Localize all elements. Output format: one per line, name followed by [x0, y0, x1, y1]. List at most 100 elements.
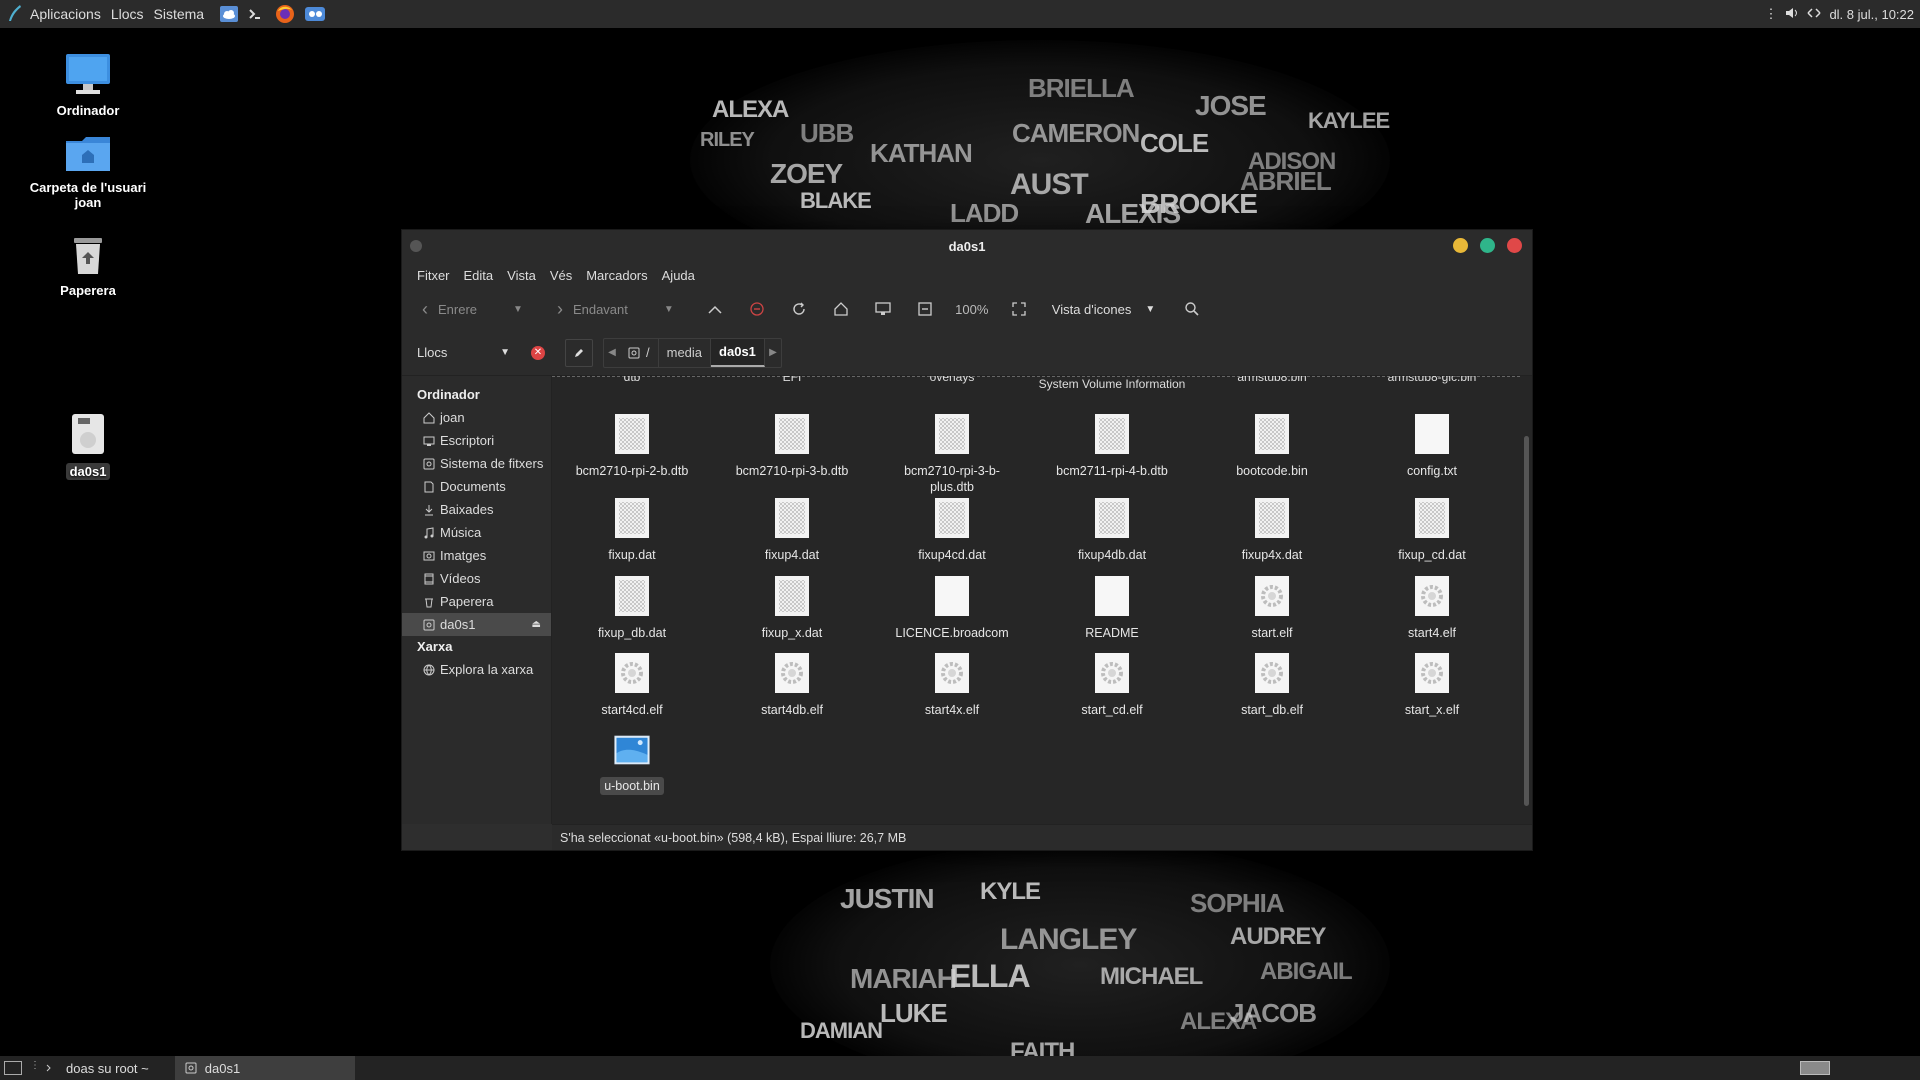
file-label-partial[interactable]: EFI	[717, 376, 867, 385]
volume-icon[interactable]	[1785, 7, 1799, 22]
parent-folder-button[interactable]	[694, 304, 736, 314]
file-item[interactable]: fixup4cd.dat	[877, 497, 1027, 563]
window-menu-button[interactable]	[410, 240, 422, 252]
tray-menu-icon[interactable]: ⋮	[1764, 6, 1777, 22]
terminal-launcher-icon[interactable]	[243, 3, 267, 25]
file-item[interactable]: fixup4x.dat	[1197, 497, 1347, 563]
wallpaper-word: SOPHIA	[1190, 888, 1285, 918]
desktop-icon-da0s1[interactable]: da0s1	[18, 412, 158, 480]
sidebar-item-documents[interactable]: Documents	[402, 475, 551, 498]
close-button[interactable]	[1507, 238, 1522, 253]
file-item[interactable]: fixup4.dat	[717, 497, 867, 563]
sidebar-item-joan[interactable]: joan	[402, 406, 551, 429]
file-label-partial[interactable]: armstub8-gic.bin	[1357, 376, 1507, 385]
desktop-icon-computer[interactable]: Ordinador	[18, 52, 158, 118]
zoom-in-icon[interactable]	[998, 302, 1040, 316]
file-item[interactable]: bootcode.bin	[1197, 413, 1347, 479]
home-icon[interactable]	[820, 302, 862, 316]
file-item[interactable]: u-boot.bin	[557, 729, 707, 795]
file-item[interactable]: fixup4db.dat	[1037, 497, 1187, 563]
menu-help[interactable]: Ajuda	[655, 268, 702, 283]
distro-logo-icon[interactable]	[3, 3, 25, 25]
breadcrumb-media[interactable]: media	[659, 338, 712, 367]
side-pane-select[interactable]: Llocs ▼	[417, 345, 510, 360]
maximize-button[interactable]	[1480, 238, 1495, 253]
close-side-pane-icon[interactable]: ✕	[531, 345, 545, 360]
zoom-level[interactable]: 100%	[946, 302, 998, 317]
trash-icon	[422, 595, 436, 609]
stop-button[interactable]	[736, 302, 778, 316]
file-item[interactable]: fixup_x.dat	[717, 575, 867, 641]
menu-bookmarks[interactable]: Marcadors	[579, 268, 654, 283]
edit-location-button[interactable]	[565, 338, 593, 367]
applications-menu[interactable]: Aplicacions	[25, 6, 106, 22]
file-item[interactable]: start4x.elf	[877, 652, 1027, 718]
file-item[interactable]: bcm2711-rpi-4-b.dtb	[1037, 413, 1187, 479]
file-item[interactable]: config.txt	[1357, 413, 1507, 479]
file-item[interactable]: start4db.elf	[717, 652, 867, 718]
computer-icon[interactable]	[862, 302, 904, 316]
file-label-partial[interactable]: dtb	[557, 376, 707, 385]
sidebar-item-baixades[interactable]: Baixades	[402, 498, 551, 521]
firefox-launcher-icon[interactable]	[273, 3, 297, 25]
file-item[interactable]: fixup_cd.dat	[1357, 497, 1507, 563]
menu-file[interactable]: Fitxer	[410, 268, 457, 283]
file-item[interactable]: fixup.dat	[557, 497, 707, 563]
breadcrumb-root[interactable]: /	[620, 338, 659, 367]
reload-icon[interactable]	[778, 301, 820, 317]
sidebar-item-escriptori[interactable]: Escriptori	[402, 429, 551, 452]
clock[interactable]: dl. 8 jul., 10:22	[1829, 7, 1914, 22]
zoom-out-icon[interactable]	[904, 302, 946, 316]
file-item[interactable]: README	[1037, 575, 1187, 641]
back-button[interactable]: ‹ Enrere	[422, 299, 477, 320]
file-item[interactable]: start_db.elf	[1197, 652, 1347, 718]
places-menu[interactable]: Llocs	[106, 6, 149, 22]
back-history-dropdown[interactable]: ▼	[513, 304, 523, 315]
forward-button[interactable]: › Endavant	[557, 299, 628, 320]
system-menu[interactable]: Sistema	[149, 6, 210, 22]
window-titlebar[interactable]: da0s1	[402, 230, 1532, 262]
menu-go[interactable]: Vés	[543, 268, 579, 283]
breadcrumb-scroll-left[interactable]: ◀	[604, 347, 620, 358]
desktop-icon-trash[interactable]: Paperera	[18, 232, 158, 298]
view-mode-select[interactable]: Vista d'icones ▼	[1044, 302, 1163, 317]
cloud-launcher-icon[interactable]	[217, 3, 241, 25]
file-item[interactable]: bcm2710-rpi-3-b.dtb	[717, 413, 867, 479]
taskbar-item-file-manager[interactable]: da0s1	[174, 1056, 355, 1080]
taskbar-item-terminal[interactable]: doas su root ~	[36, 1056, 159, 1080]
file-label-partial[interactable]: overlays	[877, 376, 1027, 385]
file-item[interactable]: start4cd.elf	[557, 652, 707, 718]
sidebar-item-paperera[interactable]: Paperera	[402, 590, 551, 613]
menu-edit[interactable]: Edita	[457, 268, 501, 283]
file-item[interactable]: bcm2710-rpi-2-b.dtb	[557, 413, 707, 479]
sidebar-item-m-sica[interactable]: Música	[402, 521, 551, 544]
sidebar-item-v-deos[interactable]: Vídeos	[402, 567, 551, 590]
breadcrumb-da0s1[interactable]: da0s1	[711, 338, 765, 367]
show-desktop-button[interactable]	[4, 1061, 22, 1075]
menu-view[interactable]: Vista	[500, 268, 543, 283]
file-item[interactable]: start4.elf	[1357, 575, 1507, 641]
file-item[interactable]: fixup_db.dat	[557, 575, 707, 641]
sidebar-item-browse-network[interactable]: Explora la xarxa	[402, 658, 551, 681]
network-icon[interactable]	[1807, 7, 1821, 22]
file-icon-view[interactable]: dtb EFI overlays System Volume Information a…	[552, 376, 1532, 824]
file-label-partial[interactable]: System Volume Information	[1037, 376, 1187, 392]
forward-history-dropdown[interactable]: ▼	[664, 304, 674, 315]
file-item[interactable]: start.elf	[1197, 575, 1347, 641]
desktop-icon-home-folder[interactable]: Carpeta de l'usuari joan	[18, 133, 158, 210]
vertical-scrollbar[interactable]	[1524, 436, 1529, 806]
breadcrumb-scroll-right[interactable]: ▶	[765, 347, 781, 358]
sidebar-item-sistema-de-fitxers[interactable]: Sistema de fitxers	[402, 452, 551, 475]
workspace-switcher[interactable]	[1800, 1061, 1830, 1075]
minimize-button[interactable]	[1453, 238, 1468, 253]
file-label-partial[interactable]: armstub8.bin	[1197, 376, 1347, 385]
file-item[interactable]: start_x.elf	[1357, 652, 1507, 718]
sidebar-item-imatges[interactable]: Imatges	[402, 544, 551, 567]
file-item[interactable]: LICENCE.broadcom	[877, 575, 1027, 641]
file-item[interactable]: bcm2710-rpi-3-b-plus.dtb	[877, 413, 1027, 495]
file-item[interactable]: start_cd.elf	[1037, 652, 1187, 718]
eject-icon[interactable]: ⏏	[532, 619, 541, 630]
search-icon[interactable]	[1171, 301, 1213, 317]
file-manager-launcher-icon[interactable]	[303, 3, 327, 25]
sidebar-item-da0s1[interactable]: da0s1 ⏏	[402, 613, 551, 636]
